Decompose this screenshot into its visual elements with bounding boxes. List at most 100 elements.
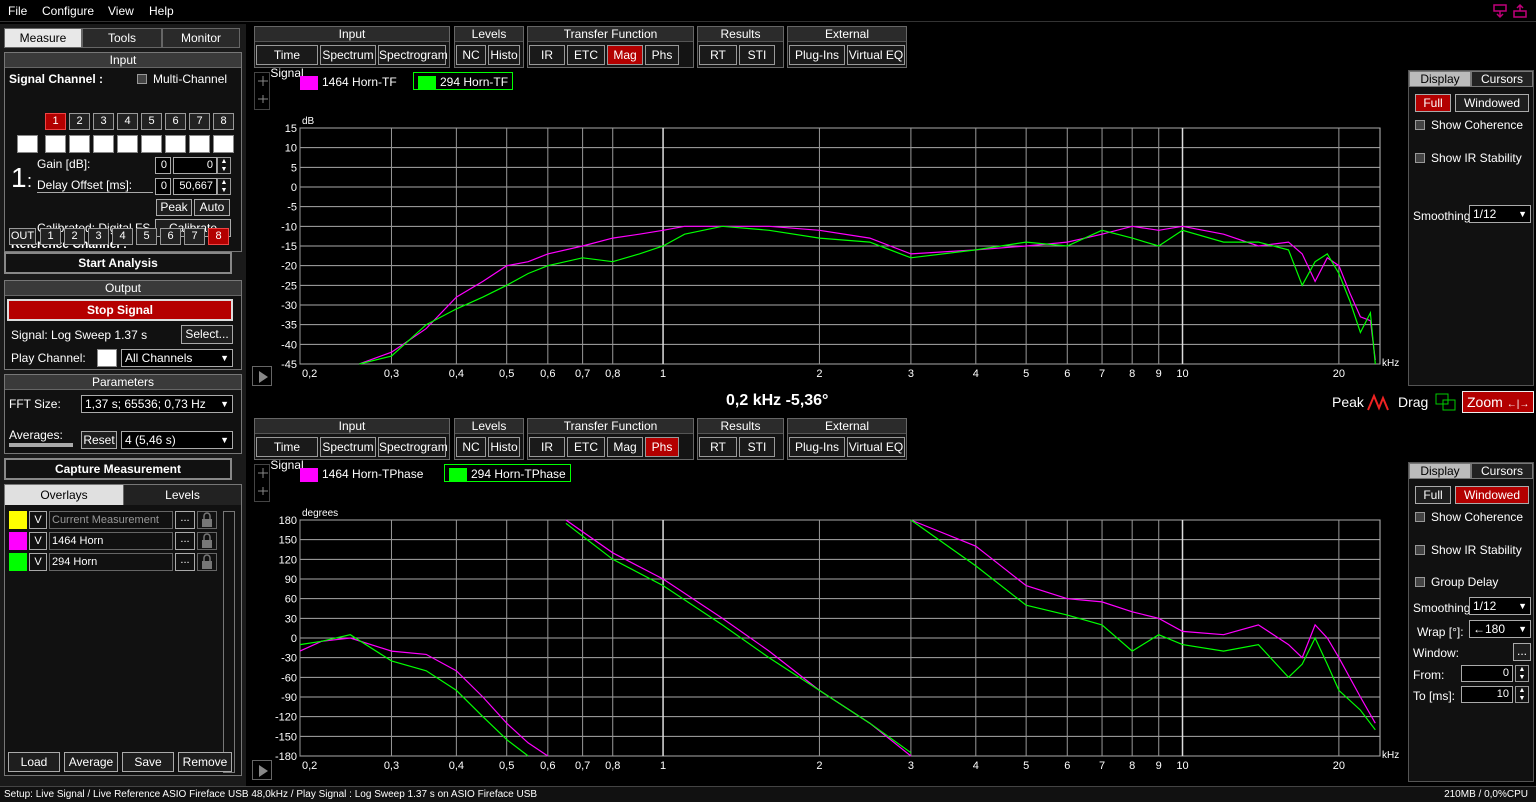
signal-channel-1[interactable]: 1 (45, 113, 66, 130)
average-button[interactable]: Average (64, 752, 118, 772)
tab-cursors-top[interactable]: Cursors (1471, 71, 1533, 87)
overlay-more-button[interactable]: ... (175, 532, 195, 550)
signal-channel-4[interactable]: 4 (117, 113, 138, 130)
show-coherence-checkbox-top[interactable] (1415, 120, 1425, 130)
reset-button[interactable]: Reset (81, 431, 117, 449)
signal-channel-6[interactable]: 6 (165, 113, 186, 130)
top-legend-1[interactable]: 1464 Horn-TF (300, 73, 397, 91)
reference-channel-5[interactable]: 5 (136, 228, 157, 245)
toolbar-spectrogram-button[interactable]: Spectrogram (378, 437, 448, 457)
toolbar-ir-button[interactable]: IR (529, 45, 565, 65)
tab-cursors-bottom[interactable]: Cursors (1471, 463, 1533, 479)
select-signal-button[interactable]: Select... (181, 325, 233, 344)
play-top-icon[interactable] (252, 366, 272, 386)
menu-view[interactable]: View (108, 4, 134, 18)
tab-levels[interactable]: Levels (123, 485, 241, 505)
capture-measurement-button[interactable]: Capture Measurement (4, 458, 232, 480)
signal-channel-7[interactable]: 7 (189, 113, 210, 130)
bottom-legend-1[interactable]: 1464 Horn-TPhase (300, 465, 423, 483)
top-legend-2[interactable]: 294 Horn-TF (413, 72, 514, 90)
toolbar-rt-button[interactable]: RT (699, 45, 737, 65)
peak-button[interactable]: Peak (156, 199, 192, 216)
signal-channel-8[interactable]: 8 (213, 113, 234, 130)
signal-channel-2[interactable]: 2 (69, 113, 90, 130)
top-pan-icon[interactable] (254, 72, 270, 110)
play-channel-select[interactable]: All Channels (121, 349, 233, 367)
toolbar-sti-button[interactable]: STI (739, 45, 775, 65)
lock-icon[interactable] (197, 532, 217, 550)
toolbar-nc-button[interactable]: NC (456, 45, 486, 65)
toolbar-ir-button[interactable]: IR (529, 437, 565, 457)
to-spinner[interactable]: ▲ ▼ (1515, 686, 1529, 703)
tab-display-top[interactable]: Display (1409, 71, 1471, 87)
to-input[interactable]: 10 (1461, 686, 1513, 703)
toolbar-histo-button[interactable]: Histo (488, 437, 520, 457)
overlay-color-swatch[interactable] (9, 553, 27, 571)
dock-icon[interactable] (1492, 2, 1532, 20)
stop-signal-button[interactable]: Stop Signal (7, 299, 233, 321)
fft-size-select[interactable]: 1,37 s; 65536; 0,73 Hz (81, 395, 233, 413)
toolbar-time-signal-button[interactable]: Time Signal (256, 45, 318, 80)
toolbar-histo-button[interactable]: Histo (488, 45, 520, 65)
toolbar-virtual-eq-button[interactable]: Virtual EQ (847, 45, 905, 65)
toolbar-mag-button[interactable]: Mag (607, 437, 643, 457)
averages-select[interactable]: 4 (5,46 s) (121, 431, 233, 449)
signal-channel-3[interactable]: 3 (93, 113, 114, 130)
toolbar-spectrum-button[interactable]: Spectrum (320, 45, 376, 65)
auto-button[interactable]: Auto (194, 199, 230, 216)
full-button-bottom[interactable]: Full (1415, 486, 1451, 504)
remove-button[interactable]: Remove (178, 752, 232, 772)
delay-input[interactable]: 50,667 (173, 178, 217, 195)
reference-channel-3[interactable]: 3 (88, 228, 109, 245)
show-ir-checkbox-bottom[interactable] (1415, 545, 1425, 555)
tab-tools[interactable]: Tools (82, 28, 162, 48)
zoom-button[interactable]: Zoom ←|→ (1462, 391, 1534, 413)
toolbar-phs-button[interactable]: Phs (645, 45, 679, 65)
windowed-button-bottom[interactable]: Windowed (1455, 486, 1529, 504)
menu-help[interactable]: Help (149, 4, 174, 18)
bottom-pan-icon[interactable] (254, 464, 270, 502)
overlay-color-swatch[interactable] (9, 511, 27, 529)
overlay-color-swatch[interactable] (9, 532, 27, 550)
signal-channel-5[interactable]: 5 (141, 113, 162, 130)
phase-chart[interactable]: 1801501209060300-30-60-90-120-150-1800,2… (270, 494, 1406, 782)
toolbar-mag-button[interactable]: Mag (607, 45, 643, 65)
toolbar-etc-button[interactable]: ETC (567, 45, 605, 65)
reference-channel-7[interactable]: 7 (184, 228, 205, 245)
full-button-top[interactable]: Full (1415, 94, 1451, 112)
toolbar-rt-button[interactable]: RT (699, 437, 737, 457)
tab-measure[interactable]: Measure (4, 28, 82, 48)
drag-label[interactable]: Drag (1398, 394, 1428, 410)
tab-monitor[interactable]: Monitor (162, 28, 240, 48)
tab-overlays[interactable]: Overlays (5, 485, 123, 505)
tab-display-bottom[interactable]: Display (1409, 463, 1471, 479)
reference-channel-8[interactable]: 8 (208, 228, 229, 245)
start-analysis-button[interactable]: Start Analysis (4, 252, 232, 274)
gain-coarse[interactable]: 0 (155, 157, 171, 174)
play-bottom-icon[interactable] (252, 760, 272, 780)
averages-slider[interactable] (9, 443, 73, 447)
reference-channel-out[interactable]: OUT (9, 228, 36, 245)
gain-input[interactable]: 0 (173, 157, 217, 174)
reference-channel-6[interactable]: 6 (160, 228, 181, 245)
wrap-select[interactable]: ←180 (1469, 620, 1531, 638)
peak-icon[interactable] (1366, 392, 1390, 412)
smoothing-select-top[interactable]: 1/12 (1469, 205, 1531, 223)
gain-spinner[interactable]: ▲ ▼ (217, 157, 231, 174)
show-ir-checkbox-top[interactable] (1415, 153, 1425, 163)
bottom-legend-2[interactable]: 294 Horn-TPhase (444, 464, 571, 482)
from-spinner[interactable]: ▲ ▼ (1515, 665, 1529, 682)
menu-configure[interactable]: Configure (42, 4, 94, 18)
toolbar-time-signal-button[interactable]: Time Signal (256, 437, 318, 472)
toolbar-plug-ins-button[interactable]: Plug-Ins (789, 437, 845, 457)
toolbar-phs-button[interactable]: Phs (645, 437, 679, 457)
menu-file[interactable]: File (8, 4, 27, 18)
window-button[interactable]: ... (1513, 643, 1531, 661)
toolbar-plug-ins-button[interactable]: Plug-Ins (789, 45, 845, 65)
overlay-more-button[interactable]: ... (175, 553, 195, 571)
toolbar-virtual-eq-button[interactable]: Virtual EQ (847, 437, 905, 457)
toolbar-etc-button[interactable]: ETC (567, 437, 605, 457)
overlay-scrollbar[interactable] (223, 511, 235, 773)
toolbar-spectrum-button[interactable]: Spectrum (320, 437, 376, 457)
overlay-visibility-toggle[interactable]: V (29, 511, 47, 529)
